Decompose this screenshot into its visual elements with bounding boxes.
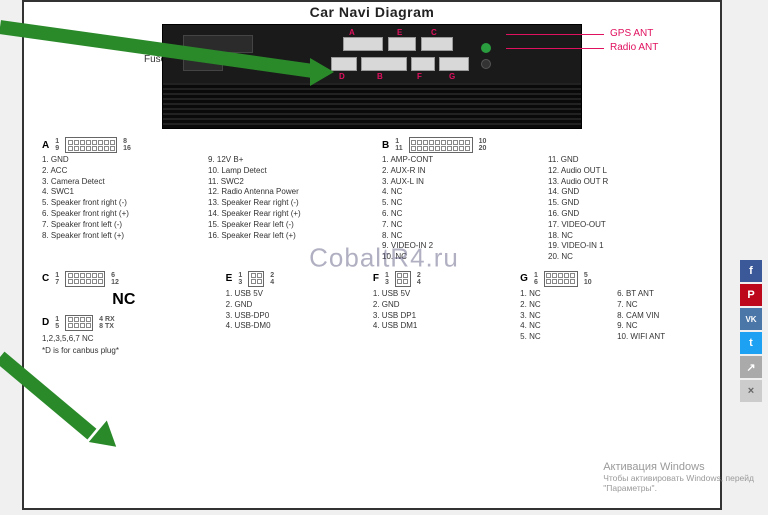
connector-E-photo [388, 37, 416, 51]
conn-D-note1: 1,2,3,5,6,7 NC [42, 334, 206, 343]
device-photo: A E C D B F G [162, 24, 582, 129]
conn-C-nc: NC [42, 291, 206, 309]
vk-share-button[interactable]: VK [740, 308, 762, 330]
conn-A-col2: 9. 12V B+10. Lamp Detect11. SWC212. Radi… [208, 155, 362, 241]
conn-B-col2: 11. GND12. Audio OUT L13. Audio OUT R14.… [548, 155, 702, 263]
connector-G-block: G16510 1. NC2. NC3. NC4. NC5. NC 6. BT A… [520, 271, 702, 355]
connector-A-block: A19816 1. GND2. ACC3. Camera Detect4. SW… [42, 137, 362, 263]
twitter-share-button[interactable]: t [740, 332, 762, 354]
antenna-port-2 [481, 59, 491, 69]
facebook-share-button[interactable]: f [740, 260, 762, 282]
radio-ant-label: Radio ANT [610, 42, 658, 53]
connector-C-block: C17612 NC D154 RX8 TX 1,2,3,5,6,7 NC *D … [42, 271, 206, 355]
diagram-page: Car Navi Diagram Fuse A E C D B F G GPS … [22, 0, 722, 510]
windows-activation-overlay: Активация Windows Чтобы активировать Win… [603, 461, 754, 493]
pinterest-share-button[interactable]: P [740, 284, 762, 306]
connector-B-photo [361, 57, 407, 71]
conn-A-col1: 1. GND2. ACC3. Camera Detect4. SWC15. Sp… [42, 155, 196, 241]
gps-ant-label: GPS ANT [610, 28, 653, 39]
connector-G-photo [439, 57, 469, 71]
win-title: Активация Windows [603, 461, 754, 473]
connector-E-block: E1324 1. USB 5V2. GND3. USB-DP04. USB-DM… [226, 271, 353, 355]
connector-C-photo [421, 37, 453, 51]
connector-D-photo [331, 57, 357, 71]
social-sidebar: f P VK t ↗ × [740, 260, 762, 402]
conn-D-note2: *D is for canbus plug* [42, 346, 206, 355]
conn-B-col1: 1. AMP-CONT2. AUX-R IN3. AUX-L IN4. NC5.… [382, 155, 536, 263]
win-sub1: Чтобы активировать Windows, перейд [603, 473, 754, 483]
page-title: Car Navi Diagram [42, 4, 702, 20]
conn-D-side: 4 RX8 TX [99, 316, 115, 330]
close-sidebar-button[interactable]: × [740, 380, 762, 402]
connector-A-photo [343, 37, 383, 51]
pinout-grid: A19816 1. GND2. ACC3. Camera Detect4. SW… [42, 137, 702, 355]
connector-B-block: B1111020 1. AMP-CONT2. AUX-R IN3. AUX-L … [382, 137, 702, 263]
connector-F-photo [411, 57, 435, 71]
win-sub2: "Параметры". [603, 483, 754, 493]
generic-share-button[interactable]: ↗ [740, 356, 762, 378]
antenna-port-1 [481, 43, 491, 53]
connector-F-block: F1324 1. USB 5V2. GND3. USB DP14. USB DM… [373, 271, 500, 355]
